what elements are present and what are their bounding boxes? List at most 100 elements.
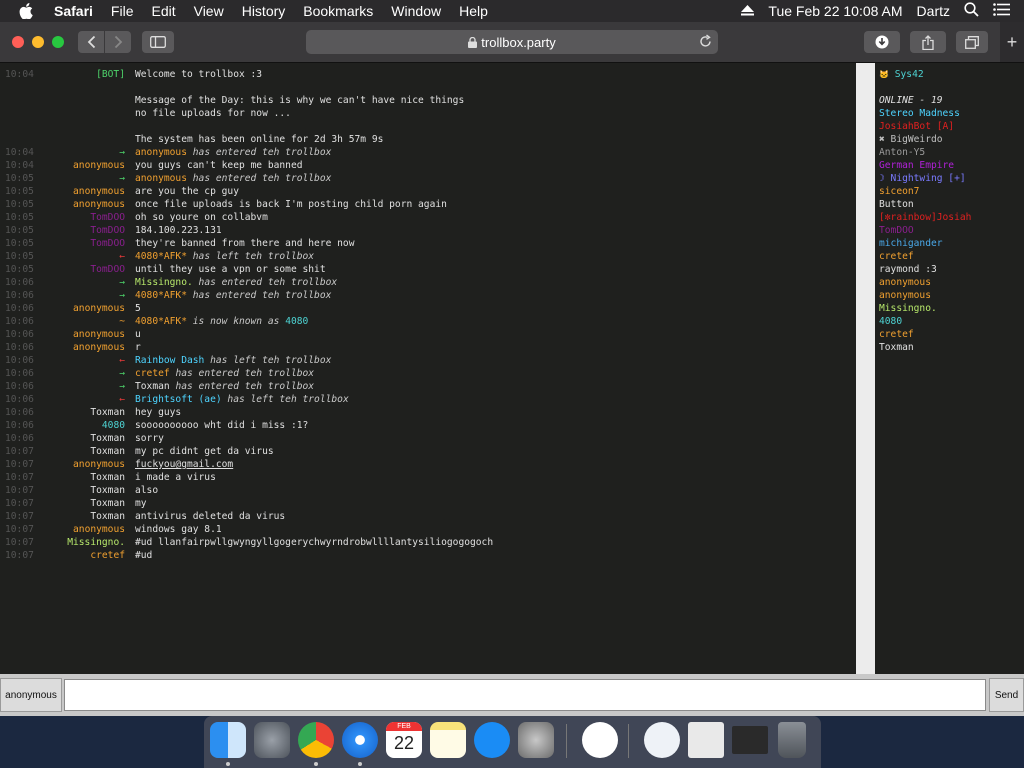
zoom-window-button[interactable]: [52, 36, 64, 48]
new-tab-button[interactable]: +: [1000, 22, 1024, 62]
user-list-item[interactable]: TomDOO: [879, 224, 914, 237]
user-list-item[interactable]: anonymous: [879, 289, 931, 302]
chat-nick[interactable]: Toxman: [90, 432, 125, 445]
menu-edit[interactable]: Edit: [151, 3, 175, 19]
menu-window[interactable]: Window: [391, 3, 441, 19]
menu-history[interactable]: History: [242, 3, 286, 19]
chat-nick[interactable]: TomDOO: [90, 211, 125, 224]
user-list-item[interactable]: michigander: [879, 237, 943, 250]
message-input[interactable]: [64, 679, 986, 711]
notes-icon[interactable]: [430, 722, 466, 758]
trash-icon[interactable]: [778, 722, 806, 758]
safari-icon[interactable]: [342, 722, 378, 758]
user-list-item[interactable]: raymond :3: [879, 263, 937, 276]
chat-nick[interactable]: anonymous: [73, 341, 125, 354]
chat-nick[interactable]: anonymous: [73, 328, 125, 341]
downloads-stack-icon[interactable]: [644, 722, 680, 758]
menu-app-safari[interactable]: Safari: [54, 3, 93, 19]
chat-nick[interactable]: TomDOO: [90, 224, 125, 237]
chat-nick[interactable]: Toxman: [90, 445, 125, 458]
chat-nick[interactable]: Toxman: [90, 510, 125, 523]
chat-nick[interactable]: →: [119, 276, 125, 289]
chat-nick[interactable]: cretef: [90, 549, 125, 562]
chat-nick[interactable]: Toxman: [90, 471, 125, 484]
reload-icon[interactable]: [699, 34, 712, 51]
event-actor[interactable]: Toxman: [135, 381, 170, 392]
user-list-item[interactable]: Missingno.: [879, 302, 937, 315]
share-button[interactable]: [910, 31, 946, 53]
event-new-nick[interactable]: 4080: [285, 316, 308, 327]
event-actor[interactable]: anonymous: [135, 173, 187, 184]
document-stack-icon[interactable]: [688, 722, 724, 758]
chat-nick[interactable]: Toxman: [90, 497, 125, 510]
back-button[interactable]: [78, 31, 104, 53]
sidebar-toggle-button[interactable]: [142, 31, 174, 53]
chat-nick[interactable]: ←: [119, 393, 125, 406]
user-list-item[interactable]: German Empire: [879, 159, 954, 172]
user-list-item[interactable]: Button: [879, 198, 914, 211]
chat-nick[interactable]: Toxman: [90, 484, 125, 497]
finder-icon[interactable]: [210, 722, 246, 758]
event-actor[interactable]: 4080*AFK*: [135, 290, 187, 301]
chat-nick[interactable]: anonymous: [73, 302, 125, 315]
calendar-icon[interactable]: FEB 22: [386, 722, 422, 758]
chat-nick[interactable]: anonymous: [73, 523, 125, 536]
user-list-item[interactable]: Stereo Madness: [879, 107, 960, 120]
chat-nick[interactable]: →: [119, 289, 125, 302]
xcode-icon[interactable]: [582, 722, 618, 758]
menu-file[interactable]: File: [111, 3, 134, 19]
user-list-item[interactable]: Toxman: [879, 341, 914, 354]
chat-nick[interactable]: 4080: [102, 419, 125, 432]
chat-nick[interactable]: ←: [119, 250, 125, 263]
user-list-item[interactable]: ✖ BigWeirdo: [879, 133, 943, 146]
chat-nick[interactable]: anonymous: [73, 198, 125, 211]
menubar-user[interactable]: Dartz: [917, 3, 950, 19]
event-actor[interactable]: Missingno.: [135, 277, 193, 288]
minimized-window-icon[interactable]: [732, 726, 768, 754]
downloads-button[interactable]: [864, 31, 900, 53]
chat-scrollbar[interactable]: [856, 63, 872, 674]
chat-nick[interactable]: Missingno.: [67, 536, 125, 549]
chat-nick[interactable]: anonymous: [73, 185, 125, 198]
send-button[interactable]: Send: [989, 678, 1024, 712]
chat-nick[interactable]: anonymous: [73, 159, 125, 172]
user-list-item[interactable]: ☽ Nightwing [+]: [879, 172, 966, 185]
notification-center-icon[interactable]: [993, 3, 1010, 19]
menu-bookmarks[interactable]: Bookmarks: [303, 3, 373, 19]
forward-button[interactable]: [105, 31, 131, 53]
menubar-clock[interactable]: Tue Feb 22 10:08 AM: [768, 3, 902, 19]
chat-nick[interactable]: Toxman: [90, 406, 125, 419]
user-list-item[interactable]: siceon7: [879, 185, 919, 198]
chat-nick[interactable]: TomDOO: [90, 263, 125, 276]
event-actor[interactable]: 4080*AFK*: [135, 251, 187, 262]
apple-icon[interactable]: [19, 3, 35, 19]
spotlight-search-icon[interactable]: [964, 2, 979, 20]
user-list-item[interactable]: anonymous: [879, 276, 931, 289]
event-actor[interactable]: anonymous: [135, 147, 187, 158]
user-list-item[interactable]: Anton-Y5: [879, 146, 925, 159]
system-preferences-icon[interactable]: [518, 722, 554, 758]
event-actor[interactable]: 4080*AFK*: [135, 316, 187, 327]
chrome-icon[interactable]: [298, 722, 334, 758]
chat-nick[interactable]: TomDOO: [90, 237, 125, 250]
event-actor[interactable]: cretef: [135, 368, 170, 379]
close-window-button[interactable]: [12, 36, 24, 48]
user-list-item[interactable]: 4080: [879, 315, 902, 328]
chat-nick[interactable]: ~: [119, 315, 125, 328]
app-store-icon[interactable]: [474, 722, 510, 758]
event-actor[interactable]: Brightsoft (ae): [135, 394, 222, 405]
chat-nick[interactable]: →: [119, 380, 125, 393]
launchpad-icon[interactable]: [254, 722, 290, 758]
chat-nick[interactable]: [BOT]: [96, 68, 125, 81]
user-list-item[interactable]: [✼rainbow]Josiah: [879, 211, 971, 224]
menu-help[interactable]: Help: [459, 3, 488, 19]
eject-icon[interactable]: [741, 3, 755, 19]
chat-nick[interactable]: anonymous: [73, 458, 125, 471]
chat-nick[interactable]: →: [119, 367, 125, 380]
minimize-window-button[interactable]: [32, 36, 44, 48]
tab-overview-button[interactable]: [956, 31, 988, 53]
chat-nick[interactable]: ←: [119, 354, 125, 367]
address-bar[interactable]: trollbox.party: [306, 30, 718, 54]
chat-nick[interactable]: →: [119, 146, 125, 159]
user-list-item[interactable]: cretef: [879, 250, 914, 263]
